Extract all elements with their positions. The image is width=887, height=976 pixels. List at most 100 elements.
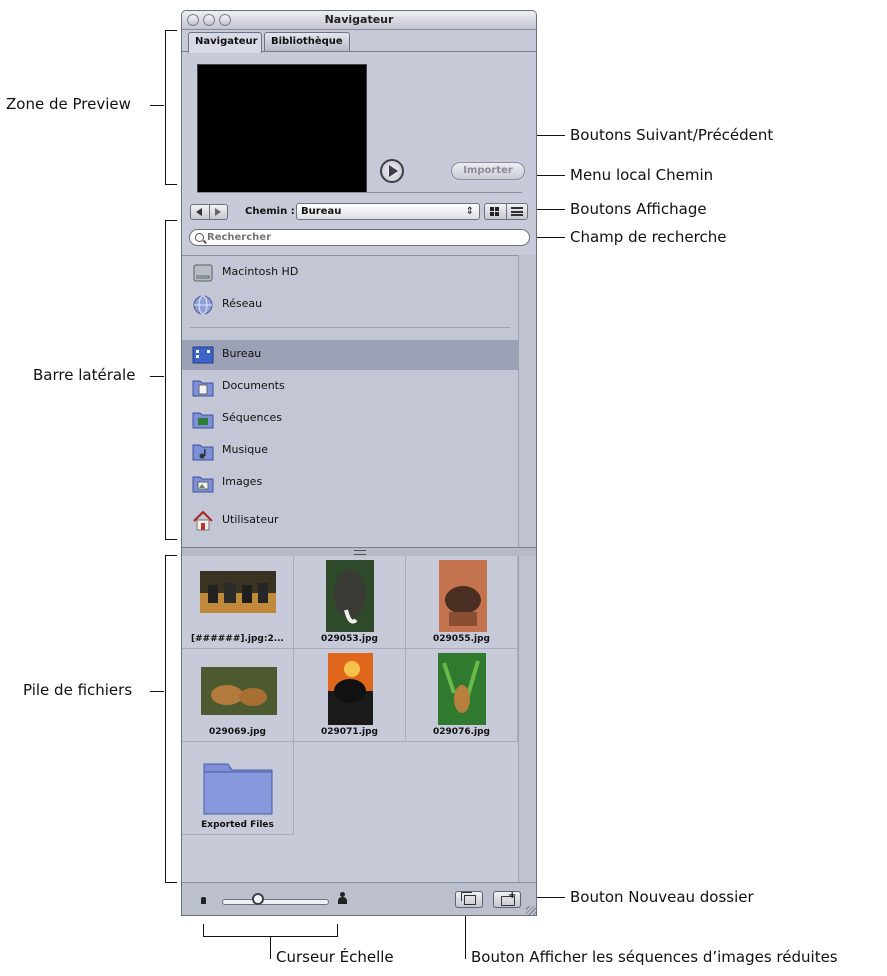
navigateur-window: Navigateur Navigateur Bibliothèque Impor… [181, 10, 537, 916]
sidebar-item-images[interactable]: Images [182, 468, 519, 498]
sidebar-item-label: Séquences [222, 411, 282, 424]
preview-scrubber[interactable] [197, 192, 522, 193]
list-view-icon[interactable] [511, 207, 523, 216]
tab-bibliotheque[interactable]: Bibliothèque [264, 32, 350, 51]
preview-area [197, 64, 367, 193]
annotation-zone-preview: Zone de Preview [6, 95, 131, 113]
annotation-line [150, 105, 164, 106]
elephant-thumbnail [326, 560, 374, 632]
sidebar-scrollbar[interactable] [518, 255, 536, 547]
sidebar-item-sequences[interactable]: Séquences [182, 404, 519, 434]
resize-grip-icon[interactable] [526, 906, 536, 915]
sidebar-item-label: Musique [222, 443, 268, 456]
file-name: 029076.jpg [433, 727, 490, 737]
warthog-thumbnail [439, 560, 487, 632]
tab-navigateur[interactable]: Navigateur [188, 32, 262, 53]
window-title: Navigateur [324, 13, 394, 26]
search-field[interactable] [189, 229, 530, 246]
new-folder-icon [501, 890, 516, 906]
sidebar-item-label: Macintosh HD [222, 265, 299, 278]
segment-divider [209, 205, 210, 219]
sidebar-item-label: Bureau [222, 347, 262, 360]
annotation-bracket [165, 882, 177, 883]
folder-icon [203, 763, 273, 815]
search-input[interactable] [207, 231, 507, 244]
file-item[interactable]: 029053.jpg [294, 556, 406, 649]
file-item[interactable]: [######].jpg:2... [182, 556, 294, 649]
sidebar-item-macintosh-hd[interactable]: Macintosh HD [182, 258, 519, 288]
file-item[interactable]: 029076.jpg [406, 649, 518, 742]
desktop-folder-icon [192, 344, 214, 366]
scale-slider-knob[interactable] [252, 893, 264, 905]
sidebar-item-label: Réseau [222, 297, 263, 310]
show-image-sequences-button[interactable] [455, 891, 483, 908]
file-name: 029069.jpg [209, 727, 266, 737]
file-item[interactable]: 029069.jpg [182, 649, 294, 742]
annotation-bracket [165, 555, 177, 556]
title-bar[interactable]: Navigateur [182, 11, 536, 30]
annotation-pile-fichiers: Pile de fichiers [23, 681, 133, 699]
search-icon [195, 233, 204, 242]
file-item-folder[interactable]: Exported Files [182, 742, 294, 835]
home-icon [192, 510, 214, 532]
annotation-champ-recherche: Champ de recherche [570, 228, 727, 246]
annotation-bracket [337, 924, 338, 937]
annotation-line [150, 691, 164, 692]
annotation-bracket [165, 184, 177, 185]
annotation-line [150, 376, 164, 377]
sidebar: Macintosh HD Réseau Bureau Documents Séq… [182, 255, 519, 548]
updown-arrows-icon: ⇕ [465, 206, 474, 217]
file-name: 029053.jpg [321, 634, 378, 644]
file-name: [######].jpg:2... [191, 634, 284, 644]
sidebar-item-utilisateur[interactable]: Utilisateur [182, 506, 519, 536]
bottom-toolbar [182, 882, 536, 915]
annotation-bouton-sequences: Bouton Afficher les séquences d’images r… [471, 948, 838, 966]
path-label: Chemin : [245, 206, 295, 217]
annotation-line [465, 910, 466, 959]
hard-drive-icon [192, 262, 214, 284]
annotation-bracket [165, 30, 166, 185]
file-name: Exported Files [201, 820, 274, 830]
large-scale-icon [338, 892, 347, 904]
importer-button[interactable]: Importer [451, 162, 525, 180]
sidebar-item-label: Images [222, 475, 263, 488]
scale-slider-track[interactable] [222, 899, 329, 905]
annotation-bouton-nouveau-dossier: Bouton Nouveau dossier [570, 888, 754, 906]
annotation-curseur-echelle: Curseur Échelle [276, 948, 394, 966]
annotation-bracket [165, 539, 177, 540]
annotation-bracket [165, 220, 166, 540]
file-stack-scrollbar[interactable] [518, 556, 536, 882]
file-name: 029071.jpg [321, 727, 378, 737]
play-button[interactable] [380, 159, 404, 183]
antelope-thumbnail [438, 653, 486, 725]
annotation-bracket [165, 555, 166, 883]
network-globe-icon [192, 294, 214, 316]
file-item[interactable]: 029055.jpg [406, 556, 518, 649]
annotation-bracket [165, 30, 177, 31]
back-arrow-icon[interactable] [196, 208, 202, 216]
annotation-barre-laterale: Barre latérale [33, 366, 136, 384]
small-scale-icon [201, 897, 206, 904]
segment-divider [506, 204, 507, 219]
path-popup-menu[interactable]: Bureau ⇕ [296, 203, 480, 220]
back-forward-buttons [190, 204, 228, 220]
path-value: Bureau [301, 206, 342, 217]
file-name: 029055.jpg [433, 634, 490, 644]
file-item[interactable]: 029071.jpg [294, 649, 406, 742]
movies-folder-icon [192, 408, 214, 430]
icon-view-icon[interactable] [490, 207, 500, 216]
sidebar-item-musique[interactable]: Musique [182, 436, 519, 466]
sidebar-item-documents[interactable]: Documents [182, 372, 519, 402]
forward-arrow-icon[interactable] [215, 208, 221, 216]
sidebar-item-reseau[interactable]: Réseau [182, 290, 519, 320]
music-folder-icon [192, 440, 214, 462]
new-folder-button[interactable] [493, 890, 521, 908]
annotation-boutons-suivant: Boutons Suivant/Précédent [570, 126, 774, 144]
sidebar-divider [190, 327, 510, 328]
annotation-line [270, 936, 271, 959]
annotation-menu-chemin: Menu local Chemin [570, 166, 714, 184]
sidebar-item-bureau[interactable]: Bureau [182, 340, 519, 370]
sidebar-item-label: Documents [222, 379, 285, 392]
sunset-elephant-thumbnail [328, 653, 373, 725]
lions-thumbnail [201, 667, 277, 715]
